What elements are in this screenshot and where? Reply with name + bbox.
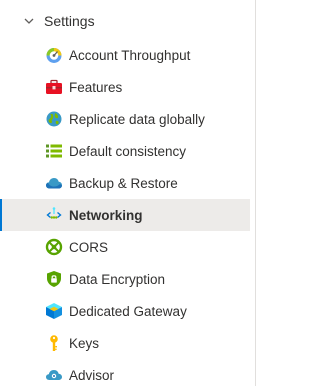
settings-group-title: Settings — [44, 13, 95, 29]
lines-icon — [45, 142, 63, 160]
cors-icon — [45, 238, 63, 256]
nav-item-networking[interactable]: Networking — [0, 199, 250, 231]
nav-item-label: Data Encryption — [69, 271, 166, 287]
nav-item-advisor[interactable]: Advisor — [0, 359, 250, 386]
shield-icon — [45, 270, 63, 288]
nav-item-data-encryption[interactable]: Data Encryption — [0, 263, 250, 295]
nav-item-replicate-data-globally[interactable]: Replicate data globally — [0, 103, 250, 135]
nav-item-backup-restore[interactable]: Backup & Restore — [0, 167, 250, 199]
panel-divider — [255, 0, 256, 386]
chevron-down-icon[interactable] — [21, 13, 37, 29]
nav-item-label: Replicate data globally — [69, 111, 205, 127]
nav-item-cors[interactable]: CORS — [0, 231, 250, 263]
nav-item-keys[interactable]: Keys — [0, 327, 250, 359]
nav-item-label: Advisor — [69, 367, 115, 383]
key-icon — [45, 334, 63, 352]
nav-item-label: Default consistency — [69, 143, 187, 159]
settings-group-header[interactable]: Settings — [0, 6, 250, 36]
nav-item-label: Networking — [69, 207, 143, 223]
nav-item-label: Backup & Restore — [69, 175, 178, 191]
nav-item-label: CORS — [69, 239, 109, 255]
nav-item-label: Dedicated Gateway — [69, 303, 187, 319]
toolbox-icon — [45, 78, 63, 96]
nav-item-default-consistency[interactable]: Default consistency — [0, 135, 250, 167]
advisor-icon — [45, 366, 63, 384]
cloud-backup-icon — [45, 174, 63, 192]
gauge-icon — [45, 46, 63, 64]
settings-item-list: Account Throughput Features Replicate da… — [0, 39, 250, 386]
globe-icon — [45, 110, 63, 128]
gateway-icon — [45, 302, 63, 320]
network-icon — [45, 206, 63, 224]
nav-item-dedicated-gateway[interactable]: Dedicated Gateway — [0, 295, 250, 327]
settings-nav-panel: Settings Account Throughput Features Rep… — [0, 0, 256, 386]
nav-item-account-throughput[interactable]: Account Throughput — [0, 39, 250, 71]
nav-item-label: Features — [69, 79, 123, 95]
nav-item-label: Keys — [69, 335, 100, 351]
nav-item-label: Account Throughput — [69, 47, 191, 63]
nav-item-features[interactable]: Features — [0, 71, 250, 103]
